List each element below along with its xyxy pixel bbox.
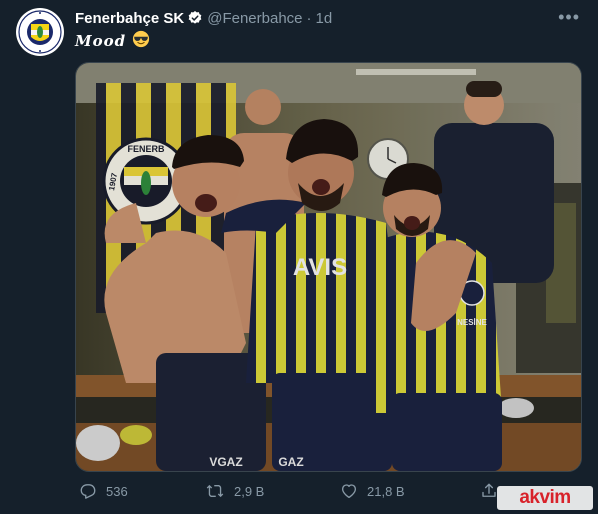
- tweet-timestamp[interactable]: 1d: [316, 10, 333, 27]
- avatar[interactable]: [16, 8, 64, 56]
- reply-count: 536: [106, 483, 128, 499]
- author-name[interactable]: Fenerbahçe SK: [75, 10, 184, 27]
- locker-room-photo: FENERB 1907 VGAZ AVIS GAZ NESİNE: [76, 63, 581, 471]
- heart-icon: [341, 484, 357, 499]
- tweet-text: Mood: [75, 30, 150, 52]
- share-icon: [482, 483, 496, 497]
- separator-dot: ·: [306, 9, 312, 27]
- tweet-header: Fenerbahçe SK @Fenerbahce · 1d: [75, 8, 578, 28]
- fenerbahce-logo: [17, 9, 63, 55]
- retweet-button[interactable]: 2,9 B: [205, 482, 264, 500]
- watermark-logo: akvim: [497, 486, 593, 510]
- retweet-count: 2,9 B: [234, 483, 265, 499]
- reply-button[interactable]: 536: [79, 482, 128, 500]
- like-count: 21,8 B: [367, 483, 405, 499]
- sunglasses-emoji-icon: [132, 30, 150, 52]
- retweet-icon: [206, 484, 224, 498]
- reply-icon: [80, 484, 96, 499]
- tweet-text-content: Mood: [75, 32, 127, 50]
- watermark-text: akvim: [519, 487, 571, 508]
- like-button[interactable]: 21,8 B: [340, 482, 405, 500]
- more-options-icon[interactable]: •••: [558, 7, 580, 28]
- author-handle[interactable]: @Fenerbahce: [207, 10, 302, 27]
- tweet-photo[interactable]: FENERB 1907 VGAZ AVIS GAZ NESİNE: [75, 62, 582, 472]
- verified-badge-icon: [187, 10, 203, 26]
